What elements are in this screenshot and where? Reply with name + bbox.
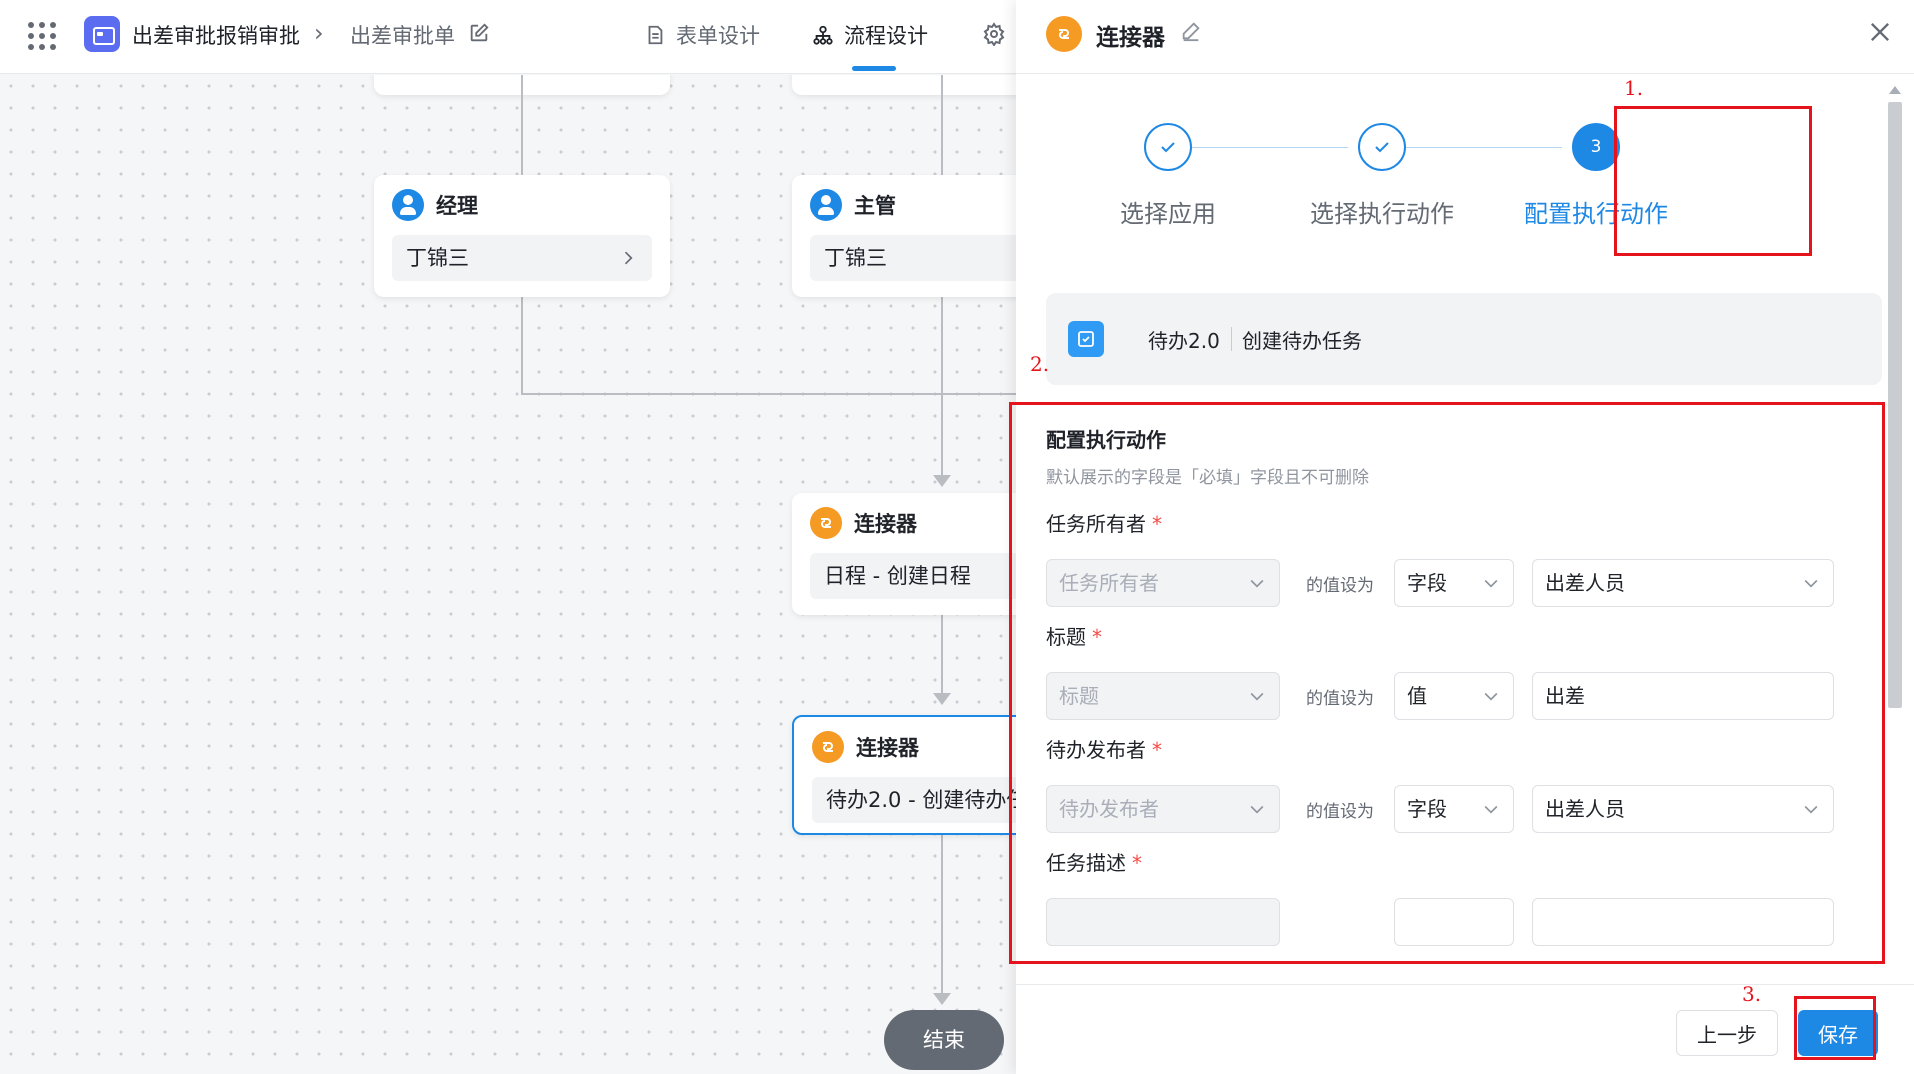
step-connector-line	[1192, 147, 1348, 148]
drawer-title: 连接器	[1096, 25, 1165, 51]
form-name: 出差审批单	[350, 24, 455, 48]
flow-line	[941, 835, 943, 995]
connector-icon	[810, 507, 842, 539]
node-title: 主管	[854, 194, 896, 218]
step-3-number[interactable]: 3	[1572, 123, 1620, 171]
node-action-value: 待办2.0 - 创建待办任务	[812, 777, 1016, 823]
active-tab-indicator	[852, 66, 896, 71]
flow-line	[521, 75, 523, 175]
app-card-action-name: 创建待办任务	[1242, 329, 1362, 353]
pencil-icon[interactable]	[1180, 20, 1202, 42]
step-2-check[interactable]	[1358, 123, 1406, 171]
annotation-label-2: 2.	[1030, 352, 1050, 376]
node-approver-value[interactable]: 丁锦三	[810, 235, 1016, 281]
flow-node-connector-todo[interactable]: 连接器 待办2.0 - 创建待办任务	[792, 715, 1016, 835]
tab-flow-design-label: 流程设计	[844, 24, 928, 48]
chevron-right-icon	[624, 251, 633, 265]
node-value: 丁锦三	[406, 246, 469, 270]
step-2-label[interactable]: 选择执行动作	[1310, 194, 1454, 229]
gear-icon[interactable]	[982, 22, 1006, 46]
flow-line	[941, 615, 943, 695]
close-icon[interactable]	[1866, 18, 1894, 46]
tab-form-design-label: 表单设计	[676, 24, 760, 48]
tab-form-design[interactable]: 表单设计	[644, 20, 760, 50]
flow-end-node: 结束	[884, 1010, 1004, 1070]
app-grid-icon[interactable]	[28, 22, 56, 50]
flow-node-manager[interactable]: 经理 丁锦三	[374, 175, 670, 297]
flow-node-connector-calendar[interactable]: 连接器 日程 - 创建日程	[792, 493, 1016, 615]
flow-canvas[interactable]: 经理 丁锦三 主管 丁锦三 连接器 日程 - 创建日程 连接器 待办2.0 - …	[0, 75, 1016, 1074]
user-icon	[810, 189, 842, 221]
flow-arrow	[933, 993, 951, 1005]
flow-arrow	[933, 693, 951, 705]
drawer-header: 连接器	[1016, 0, 1914, 74]
drawer-scrollbar[interactable]	[1886, 86, 1904, 986]
node-title: 经理	[436, 194, 478, 218]
flow-node-partial[interactable]	[792, 75, 1016, 95]
tab-flow-design[interactable]: 流程设计	[812, 20, 928, 50]
connector-icon	[812, 731, 844, 763]
node-value: 丁锦三	[824, 246, 887, 270]
check-icon	[1161, 142, 1175, 153]
check-icon	[1375, 142, 1389, 153]
app-name[interactable]: 出差审批报销审批	[132, 20, 300, 50]
annotation-label-3: 3.	[1742, 982, 1762, 1006]
divider	[1231, 327, 1232, 351]
step-1-check[interactable]	[1144, 123, 1192, 171]
previous-step-button[interactable]: 上一步	[1676, 1010, 1778, 1056]
flow-node-supervisor[interactable]: 主管 丁锦三	[792, 175, 1016, 297]
step-1-label[interactable]: 选择应用	[1120, 194, 1216, 229]
connector-icon	[1046, 16, 1082, 52]
app-logo	[84, 16, 120, 52]
annotation-label-1: 1.	[1624, 76, 1644, 100]
step-connector-line	[1406, 147, 1562, 148]
annotation-box-1	[1614, 106, 1812, 256]
edit-icon[interactable]	[468, 22, 490, 44]
flow-branch-merge-line	[521, 393, 1016, 395]
node-title: 连接器	[854, 512, 917, 536]
node-approver-value[interactable]: 丁锦三	[392, 235, 652, 281]
flow-line	[941, 297, 943, 477]
annotation-box-2	[1009, 402, 1885, 964]
flow-icon	[813, 25, 833, 45]
chevron-right-icon: ›	[314, 19, 324, 47]
selected-app-card: 待办2.0 创建待办任务	[1046, 293, 1882, 385]
annotation-box-3	[1794, 996, 1876, 1060]
flow-line	[941, 75, 943, 175]
flow-line	[521, 297, 523, 395]
node-action-value: 日程 - 创建日程	[810, 553, 1016, 599]
app-card-app-name: 待办2.0	[1148, 329, 1220, 353]
user-icon	[392, 189, 424, 221]
todo-app-icon	[1068, 321, 1104, 357]
scrollbar-thumb[interactable]	[1888, 102, 1902, 708]
node-title: 连接器	[856, 736, 919, 760]
scroll-up-arrow-icon[interactable]	[1889, 86, 1901, 94]
document-icon	[648, 25, 663, 45]
flow-arrow	[933, 475, 951, 487]
drawer-footer: 上一步 保存	[1016, 984, 1914, 1074]
